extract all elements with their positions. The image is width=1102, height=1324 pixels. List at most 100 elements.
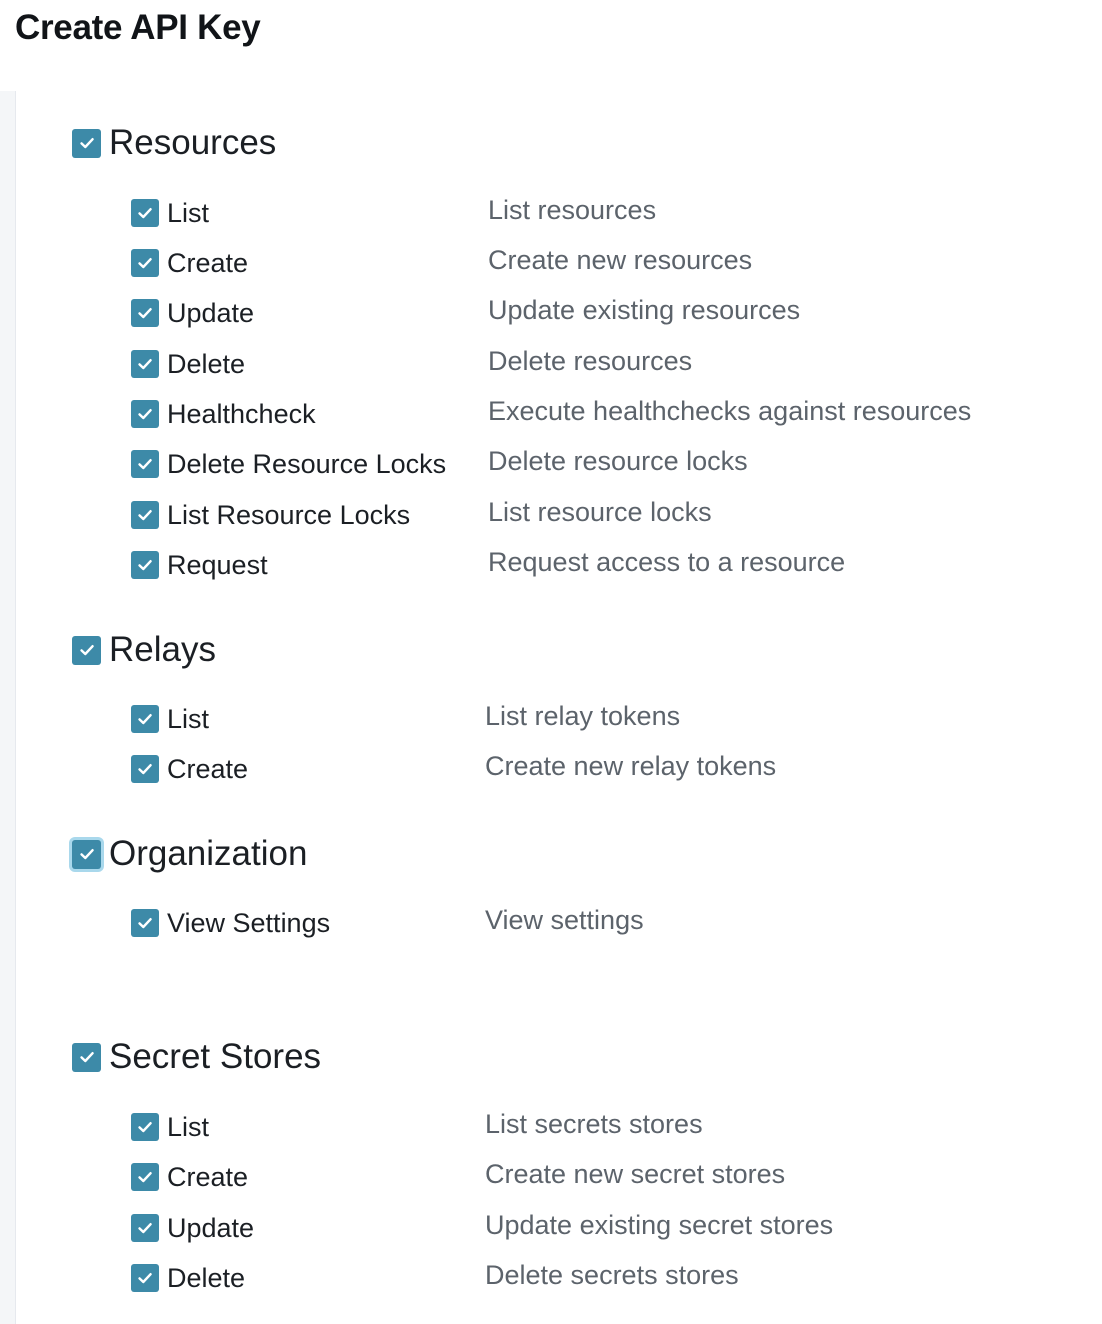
- permission-checkbox-resources-request[interactable]: [131, 551, 159, 579]
- group-title-organization: Organization: [109, 834, 308, 873]
- group-title-resources: Resources: [109, 123, 277, 162]
- checkbox-checked-icon: [136, 506, 154, 524]
- permission-checkbox-resources-healthcheck[interactable]: [131, 400, 159, 428]
- permission-label[interactable]: Create: [167, 248, 248, 279]
- permission-label[interactable]: Update: [167, 1213, 254, 1244]
- permission-row-secret-stores-update: Update Update existing secret stores: [131, 1210, 1091, 1245]
- permission-label[interactable]: Delete Resource Locks: [167, 449, 446, 480]
- permission-row-resources-delete-resource-locks: Delete Resource Locks Delete resource loc…: [131, 446, 1091, 481]
- permission-option: Update: [131, 296, 254, 330]
- permission-description: Update existing secret stores: [485, 1210, 834, 1240]
- checkbox-checked-icon: [136, 254, 154, 272]
- permission-checkbox-secret-stores-create[interactable]: [131, 1163, 159, 1191]
- permission-description: Delete resources: [488, 346, 693, 376]
- permission-label[interactable]: Create: [167, 754, 248, 785]
- permission-checkbox-relays-list[interactable]: [131, 705, 159, 733]
- checkbox-checked-icon: [136, 914, 154, 932]
- permission-label[interactable]: Delete: [167, 1263, 245, 1294]
- group-title-relays: Relays: [109, 630, 216, 669]
- permission-checkbox-secret-stores-update[interactable]: [131, 1214, 159, 1242]
- permission-option: Delete: [131, 347, 245, 381]
- permission-description: Update existing resources: [488, 295, 801, 325]
- checkbox-checked-icon: [78, 845, 96, 863]
- permission-label[interactable]: Delete: [167, 349, 245, 380]
- permission-description: List secrets stores: [485, 1109, 703, 1139]
- checkbox-checked-icon: [136, 1168, 154, 1186]
- checkbox-checked-icon: [136, 1269, 154, 1287]
- permission-description: List resource locks: [488, 497, 712, 527]
- permission-option: List: [131, 196, 209, 230]
- permission-label[interactable]: List: [167, 198, 209, 229]
- checkbox-checked-icon: [136, 304, 154, 322]
- permission-row-relays-list: List List relay tokens: [131, 701, 1091, 736]
- permission-option: Delete: [131, 1261, 245, 1295]
- page-title: Create API Key: [15, 8, 261, 47]
- checkbox-checked-icon: [136, 204, 154, 222]
- group-header-secret-stores: Secret Stores: [72, 1035, 321, 1079]
- permission-row-secret-stores-list: List List secrets stores: [131, 1109, 1091, 1144]
- permission-description: Delete secrets stores: [485, 1260, 739, 1290]
- permission-description: View settings: [485, 905, 644, 935]
- group-header-relays: Relays: [72, 628, 216, 672]
- checkbox-checked-icon: [136, 556, 154, 574]
- checkbox-checked-icon: [136, 405, 154, 423]
- permission-description: Create new relay tokens: [485, 751, 777, 781]
- permission-description: Create new secret stores: [485, 1159, 786, 1189]
- permission-description: Delete resource locks: [488, 446, 748, 476]
- group-header-resources: Resources: [72, 121, 276, 165]
- permission-label[interactable]: Healthcheck: [167, 399, 316, 430]
- permission-row-resources-list: List List resources: [131, 195, 1091, 230]
- checkbox-checked-icon: [136, 1118, 154, 1136]
- permission-checkbox-relays-create[interactable]: [131, 755, 159, 783]
- permission-option: Healthcheck: [131, 397, 316, 431]
- permission-option: View Settings: [131, 906, 330, 940]
- permission-checkbox-resources-delete[interactable]: [131, 350, 159, 378]
- permission-label[interactable]: Update: [167, 298, 254, 329]
- permission-label[interactable]: View Settings: [167, 908, 330, 939]
- permission-option: Create: [131, 752, 248, 786]
- permission-row-relays-create: Create Create new relay tokens: [131, 751, 1091, 786]
- permission-row-resources-healthcheck: Healthcheck Execute healthchecks against …: [131, 396, 1091, 431]
- group-header-organization: Organization: [72, 832, 307, 876]
- permission-checkbox-secret-stores-list[interactable]: [131, 1113, 159, 1141]
- permission-label[interactable]: List: [167, 1112, 209, 1143]
- permission-option: Create: [131, 246, 248, 280]
- permission-checkbox-resources-list[interactable]: [131, 199, 159, 227]
- checkbox-checked-icon: [78, 1048, 96, 1066]
- checkbox-checked-icon: [136, 455, 154, 473]
- checkbox-checked-icon: [136, 760, 154, 778]
- group-title-secret-stores: Secret Stores: [109, 1037, 322, 1076]
- permission-row-secret-stores-create: Create Create new secret stores: [131, 1159, 1091, 1194]
- checkbox-checked-icon: [78, 134, 96, 152]
- permission-checkbox-secret-stores-delete[interactable]: [131, 1264, 159, 1292]
- group-checkbox-relays[interactable]: [72, 635, 101, 665]
- permission-label[interactable]: List Resource Locks: [167, 500, 410, 531]
- permission-description: List relay tokens: [485, 701, 681, 731]
- permission-row-resources-update: Update Update existing resources: [131, 295, 1091, 330]
- permission-row-resources-delete: Delete Delete resources: [131, 346, 1091, 381]
- permission-label[interactable]: Request: [167, 550, 268, 581]
- permission-row-resources-list-resource-locks: List Resource Locks List resource locks: [131, 497, 1091, 532]
- permission-checkbox-resources-create[interactable]: [131, 249, 159, 277]
- checkbox-checked-icon: [136, 710, 154, 728]
- group-checkbox-organization[interactable]: [72, 839, 101, 869]
- permission-description: Request access to a resource: [488, 547, 846, 577]
- permission-label[interactable]: Create: [167, 1162, 248, 1193]
- permission-checkbox-organization-view-settings[interactable]: [131, 909, 159, 937]
- checkbox-checked-icon: [78, 641, 96, 659]
- permission-checkbox-resources-update[interactable]: [131, 299, 159, 327]
- permission-description: Create new resources: [488, 245, 753, 275]
- group-checkbox-secret-stores[interactable]: [72, 1042, 101, 1072]
- permission-row-resources-request: Request Request access to a resource: [131, 547, 1091, 582]
- panel-rail: [0, 91, 16, 1324]
- checkbox-checked-icon: [136, 355, 154, 373]
- group-checkbox-resources[interactable]: [72, 128, 101, 158]
- permission-option: Create: [131, 1160, 248, 1194]
- permission-label[interactable]: List: [167, 704, 209, 735]
- permission-option: Delete Resource Locks: [131, 447, 446, 481]
- permission-description: List resources: [488, 195, 657, 225]
- permission-checkbox-resources-list-resource-locks[interactable]: [131, 501, 159, 529]
- permission-option: Request: [131, 548, 268, 582]
- permission-checkbox-resources-delete-resource-locks[interactable]: [131, 450, 159, 478]
- permission-option: List Resource Locks: [131, 498, 410, 532]
